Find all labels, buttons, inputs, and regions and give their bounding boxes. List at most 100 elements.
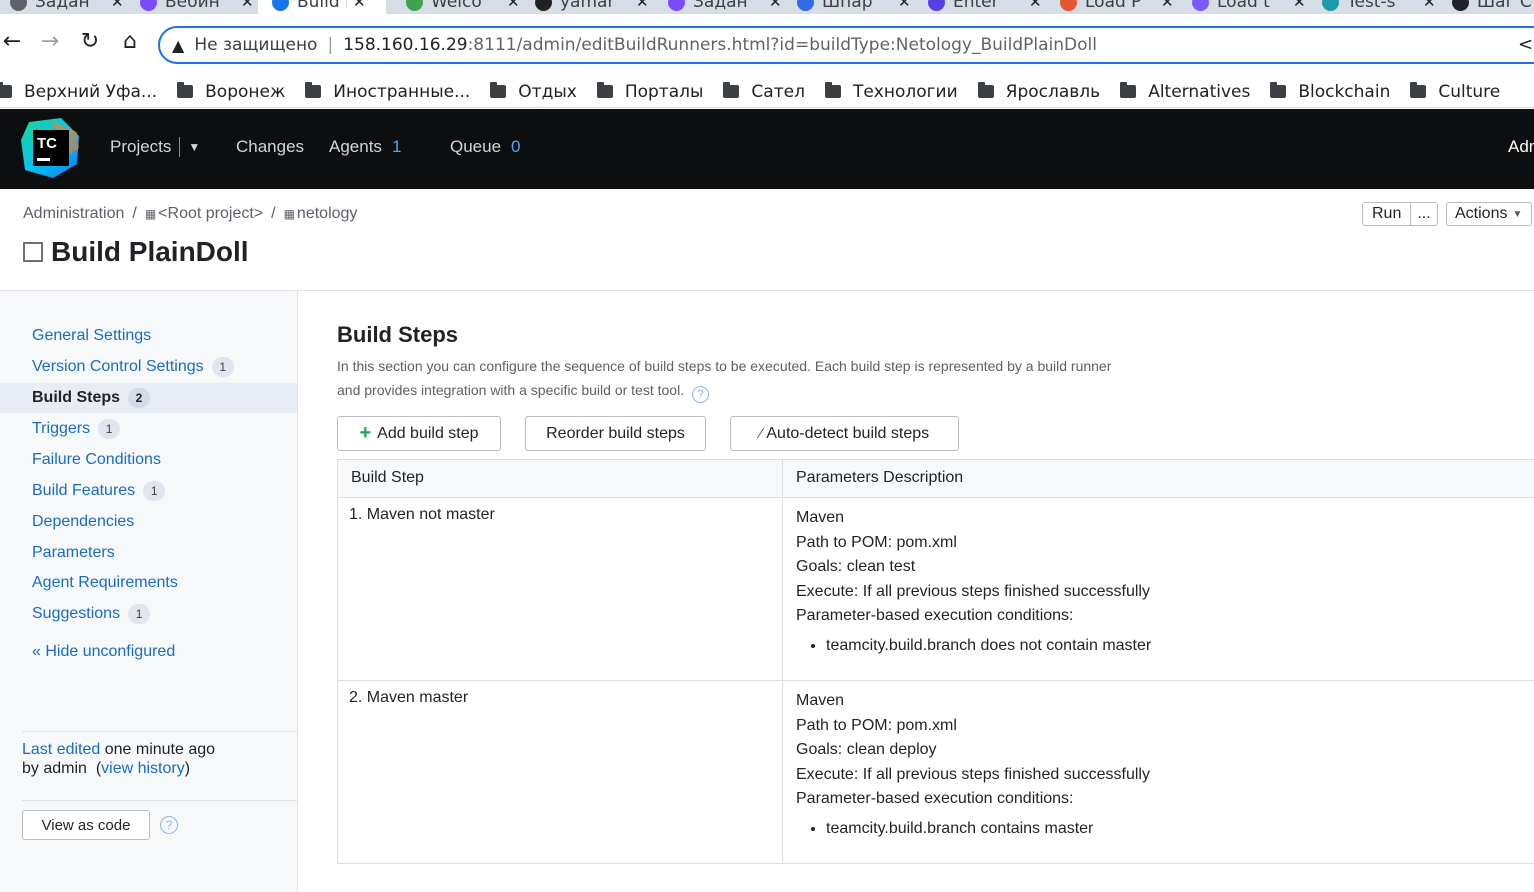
bookmark-folder[interactable]: Culture <box>1410 82 1500 102</box>
bookmark-folder[interactable]: Alternatives <box>1120 82 1250 102</box>
actions-label: Actions <box>1455 205 1508 222</box>
bookmark-folder[interactable]: Иностранные... <box>305 82 470 102</box>
insecure-label[interactable]: Не защищено <box>194 35 317 55</box>
section-description: In this section you can configure the se… <box>337 354 1127 403</box>
bookmark-folder[interactable]: Отдых <box>490 82 577 102</box>
close-icon[interactable]: ✕ <box>1423 0 1436 11</box>
help-icon[interactable]: ? <box>160 816 178 834</box>
sidebar-item-dependencies[interactable]: Dependencies <box>0 507 297 537</box>
nav-divider <box>179 137 181 157</box>
folder-icon <box>1410 82 1427 98</box>
view-as-code-button[interactable]: View as code <box>22 810 150 840</box>
view-history-link[interactable]: view history <box>101 760 185 777</box>
browser-tab[interactable]: Задан ✕ <box>10 0 124 14</box>
breadcrumb-netology[interactable]: netology <box>297 205 358 223</box>
close-icon[interactable]: ✕ <box>1029 0 1042 11</box>
close-icon[interactable]: ✕ <box>353 0 366 11</box>
chevron-down-icon[interactable]: ▼ <box>188 140 200 154</box>
warning-icon[interactable]: ▲ <box>172 36 184 55</box>
sidebar-item-build-steps[interactable]: Build Steps 2 <box>0 383 297 413</box>
nav-queue[interactable]: Queue 0 <box>450 137 521 157</box>
sidebar-item-general-settings[interactable]: General Settings <box>0 321 297 351</box>
sidebar-item-label: Suggestions <box>32 605 121 622</box>
actions-button[interactable]: Actions ▼ <box>1446 202 1532 226</box>
nav-projects[interactable]: Projects ▼ <box>110 137 200 157</box>
tab-favicon-icon <box>535 0 552 11</box>
bookmark-label: Верхний Уфа... <box>24 81 158 102</box>
close-icon[interactable]: ✕ <box>1161 0 1174 11</box>
conditions-label: Parameter-based execution conditions: <box>796 790 1074 807</box>
sidebar-item-failure-conditions[interactable]: Failure Conditions <box>0 445 297 475</box>
bookmark-folder[interactable]: Верхний Уфа... <box>0 82 157 102</box>
close-icon[interactable]: ✕ <box>1293 0 1306 11</box>
tab-title: Вебин <box>165 0 220 12</box>
bookmark-folder[interactable]: Сател <box>723 82 805 102</box>
forward-icon[interactable]: → <box>38 30 62 54</box>
bookmark-folder[interactable]: Blockchain <box>1270 82 1390 102</box>
table-row[interactable]: 2. Maven master Maven Path to POM: pom.x… <box>338 681 1534 864</box>
reload-icon[interactable]: ↻ <box>78 30 102 54</box>
tab-title: Load t <box>1217 0 1270 12</box>
browser-tab[interactable]: Вебин ✕ <box>140 0 254 14</box>
bookmark-label: Иностранные... <box>333 81 471 102</box>
add-build-step-button[interactable]: + Add build step <box>337 416 501 451</box>
last-edited-link[interactable]: Last edited <box>22 741 100 758</box>
browser-tab[interactable]: yamar ✕ <box>535 0 649 14</box>
home-icon[interactable]: ⌂ <box>118 30 142 54</box>
browser-tab[interactable]: Enter ✕ <box>928 0 1042 14</box>
column-header-build-step: Build Step <box>338 460 783 497</box>
nav-changes[interactable]: Changes <box>236 137 304 157</box>
build-step-parameters: Maven Path to POM: pom.xml Goals: clean … <box>783 498 1164 680</box>
build-step-name[interactable]: 2. Maven master <box>338 681 783 863</box>
browser-tab[interactable]: Шаг С <box>1452 0 1534 14</box>
url-host[interactable]: 158.160.16.29 <box>343 35 467 55</box>
browser-tab[interactable]: Шпар ✕ <box>797 0 911 14</box>
table-row[interactable]: 1. Maven not master Maven Path to POM: p… <box>338 498 1534 681</box>
share-icon[interactable]: < <box>1518 34 1533 55</box>
bookmark-folder[interactable]: Технологии <box>824 82 958 102</box>
run-button[interactable]: Run <box>1363 203 1410 225</box>
sidebar-item-version-control[interactable]: Version Control Settings 1 <box>0 352 297 382</box>
sidebar-item-agent-requirements[interactable]: Agent Requirements <box>0 568 297 598</box>
bookmark-folder[interactable]: Порталы <box>596 82 703 102</box>
edited-by: by admin <box>22 760 87 777</box>
hide-unconfigured-link[interactable]: « Hide unconfigured <box>32 643 175 661</box>
breadcrumb-root-project[interactable]: <Root project> <box>158 205 263 223</box>
browser-tab-strip: Задан ✕ Вебин ✕ Build P ✕ Welco ✕ yamar ✕ Зад… <box>0 0 1534 14</box>
help-icon[interactable]: ? <box>691 385 709 403</box>
browser-tab[interactable]: Load t ✕ <box>1192 0 1306 14</box>
close-icon[interactable]: ✕ <box>241 0 254 11</box>
breadcrumb-administration[interactable]: Administration <box>23 205 124 223</box>
sidebar-item-build-features[interactable]: Build Features 1 <box>0 476 297 506</box>
tab-title: Welco <box>431 0 482 12</box>
address-bar[interactable]: ▲ Не защищено | 158.160.16.29:8111/admin… <box>158 26 1534 64</box>
sidebar-item-suggestions[interactable]: Suggestions 1 <box>0 599 297 629</box>
reorder-build-steps-button[interactable]: Reorder build steps <box>525 416 706 451</box>
close-icon[interactable]: ✕ <box>898 0 911 11</box>
browser-tab-active[interactable]: Build P ✕ <box>258 0 386 14</box>
sidebar-item-parameters[interactable]: Parameters <box>0 538 297 568</box>
back-icon[interactable]: ← <box>0 30 24 54</box>
run-options-button[interactable]: ... <box>1410 203 1436 225</box>
url-path[interactable]: :8111/admin/editBuildRunners.html?id=bui… <box>468 35 1097 55</box>
close-icon[interactable]: ✕ <box>769 0 782 11</box>
sidebar-item-label: Build Features <box>32 482 136 499</box>
browser-tab[interactable]: Test-s ✕ <box>1322 0 1436 14</box>
close-icon[interactable]: ✕ <box>507 0 520 11</box>
nav-agents[interactable]: Agents 1 <box>329 137 401 157</box>
nav-administration[interactable]: Adm <box>1508 137 1534 157</box>
browser-tab[interactable]: Задан ✕ <box>668 0 782 14</box>
sidebar-item-triggers[interactable]: Triggers 1 <box>0 414 297 444</box>
browser-tab[interactable]: Load P ✕ <box>1060 0 1174 14</box>
tab-title: Шаг С <box>1477 0 1532 12</box>
close-icon[interactable]: ✕ <box>636 0 649 11</box>
address-separator: | <box>327 35 334 55</box>
teamcity-logo-icon[interactable]: TC <box>21 118 81 178</box>
close-icon[interactable]: ✕ <box>111 0 124 11</box>
conditions-list: teamcity.build.branch does not contain m… <box>814 634 1151 659</box>
build-step-name[interactable]: 1. Maven not master <box>338 498 783 680</box>
bookmark-folder[interactable]: Воронеж <box>177 82 285 102</box>
bookmark-folder[interactable]: Ярославль <box>977 82 1100 102</box>
auto-detect-build-steps-button[interactable]: ⁄ Auto-detect build steps <box>730 416 959 451</box>
browser-tab[interactable]: Welco ✕ <box>406 0 520 14</box>
